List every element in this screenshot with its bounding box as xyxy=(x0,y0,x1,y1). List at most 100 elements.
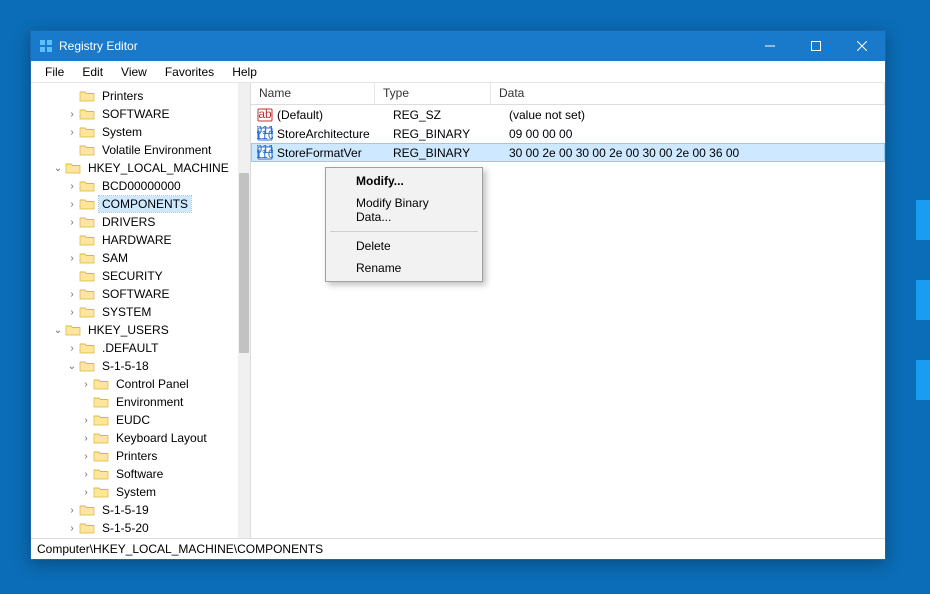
tree-item[interactable]: ›S-1-5-20 xyxy=(35,519,238,537)
menu-edit[interactable]: Edit xyxy=(74,63,111,81)
chevron-right-icon[interactable]: › xyxy=(79,451,93,462)
chevron-down-icon[interactable]: ⌄ xyxy=(51,325,65,336)
chevron-right-icon[interactable]: › xyxy=(65,127,79,138)
maximize-button[interactable] xyxy=(793,31,839,61)
tree-item[interactable]: › SOFTWARE xyxy=(35,105,238,123)
tree-item-label: HKEY_USERS xyxy=(85,322,172,338)
column-name[interactable]: Name xyxy=(251,83,375,104)
context-menu: Modify... Modify Binary Data... Delete R… xyxy=(325,167,483,282)
folder-icon xyxy=(79,215,95,229)
column-data[interactable]: Data xyxy=(491,83,885,104)
tree-item[interactable]: ⌄ HKEY_LOCAL_MACHINE xyxy=(35,159,238,177)
chevron-right-icon[interactable]: › xyxy=(65,199,79,210)
tree-item[interactable]: ⌄ HKEY_USERS xyxy=(35,321,238,339)
tree-item-label: SOFTWARE xyxy=(99,106,173,122)
menu-file[interactable]: File xyxy=(37,63,72,81)
tree-item[interactable]: ›Software xyxy=(35,465,238,483)
minimize-button[interactable] xyxy=(747,31,793,61)
value-row[interactable]: 011110StoreArchitectureREG_BINARY09 00 0… xyxy=(251,124,885,143)
value-row[interactable]: 011110StoreFormatVerREG_BINARY30 00 2e 0… xyxy=(251,143,885,162)
statusbar: Computer\HKEY_LOCAL_MACHINE\COMPONENTS xyxy=(31,538,885,559)
chevron-down-icon[interactable]: ⌄ xyxy=(51,163,65,174)
window-title: Registry Editor xyxy=(59,39,138,53)
app-icon xyxy=(39,39,53,53)
folder-icon xyxy=(93,431,109,445)
column-type[interactable]: Type xyxy=(375,83,491,104)
chevron-right-icon[interactable]: › xyxy=(79,415,93,426)
tree-item[interactable]: ›Printers xyxy=(35,447,238,465)
tree-item[interactable]: HARDWARE xyxy=(35,231,238,249)
tree-item[interactable]: › Keyboard Layout xyxy=(35,429,238,447)
tree-item[interactable]: ›SOFTWARE xyxy=(35,285,238,303)
tree-item-label: S-1-5-19 xyxy=(99,502,152,518)
client-area: Printers › SOFTWARE › System Volatile Environ… xyxy=(31,83,885,538)
close-button[interactable] xyxy=(839,31,885,61)
value-type: REG_BINARY xyxy=(393,146,509,160)
tree-item[interactable]: ›SYSTEM xyxy=(35,303,238,321)
ctx-rename[interactable]: Rename xyxy=(328,257,480,279)
chevron-right-icon[interactable]: › xyxy=(65,181,79,192)
value-row[interactable]: ab(Default)REG_SZ(value not set) xyxy=(251,105,885,124)
value-type: REG_BINARY xyxy=(393,127,509,141)
tree-item[interactable]: ›COMPONENTS xyxy=(35,195,238,213)
folder-icon xyxy=(79,359,95,373)
chevron-right-icon[interactable]: › xyxy=(65,217,79,228)
ctx-modify[interactable]: Modify... xyxy=(328,170,480,192)
binary-value-icon: 011110 xyxy=(257,126,273,142)
tree-item-label: System xyxy=(99,124,145,140)
chevron-right-icon[interactable]: › xyxy=(65,253,79,264)
chevron-right-icon[interactable]: › xyxy=(65,505,79,516)
chevron-right-icon[interactable]: › xyxy=(65,289,79,300)
folder-icon xyxy=(93,413,109,427)
tree-item-label: SECURITY xyxy=(99,268,166,284)
ctx-delete[interactable]: Delete xyxy=(328,235,480,257)
menu-view[interactable]: View xyxy=(113,63,155,81)
titlebar[interactable]: Registry Editor xyxy=(31,31,885,61)
tree-item-label: HKEY_LOCAL_MACHINE xyxy=(85,160,232,176)
tree-item[interactable]: Printers xyxy=(35,87,238,105)
chevron-down-icon[interactable]: ⌄ xyxy=(65,361,79,372)
tree-item[interactable]: ›System xyxy=(35,483,238,501)
menu-favorites[interactable]: Favorites xyxy=(157,63,222,81)
chevron-right-icon[interactable]: › xyxy=(79,379,93,390)
tree-item-label: Volatile Environment xyxy=(99,142,214,158)
chevron-right-icon[interactable]: › xyxy=(79,469,93,480)
tree-item[interactable]: Volatile Environment xyxy=(35,141,238,159)
chevron-right-icon[interactable]: › xyxy=(65,523,79,534)
tree-view[interactable]: Printers › SOFTWARE › System Volatile Environ… xyxy=(31,83,238,538)
tree-item[interactable]: › Control Panel xyxy=(35,375,238,393)
folder-icon xyxy=(79,251,95,265)
tree-item[interactable]: ›SAM xyxy=(35,249,238,267)
chevron-right-icon[interactable]: › xyxy=(79,487,93,498)
tree-item-label: S-1-5-18 xyxy=(99,358,152,374)
tree-item[interactable]: › .DEFAULT xyxy=(35,339,238,357)
tree-item[interactable]: ›EUDC xyxy=(35,411,238,429)
value-type: REG_SZ xyxy=(393,108,509,122)
chevron-right-icon[interactable]: › xyxy=(65,109,79,120)
tree-item[interactable]: › S-1-5-19 xyxy=(35,501,238,519)
tree-item[interactable]: ›DRIVERS xyxy=(35,213,238,231)
folder-icon xyxy=(79,503,95,517)
folder-icon xyxy=(79,197,95,211)
folder-icon xyxy=(79,179,95,193)
menu-help[interactable]: Help xyxy=(224,63,265,81)
chevron-right-icon[interactable]: › xyxy=(79,433,93,444)
scrollbar-thumb[interactable] xyxy=(239,173,249,353)
tree-item[interactable]: ⌄ S-1-5-18 xyxy=(35,357,238,375)
binary-value-icon: 011110 xyxy=(257,145,273,161)
folder-icon xyxy=(93,395,109,409)
folder-icon xyxy=(79,305,95,319)
folder-icon xyxy=(93,485,109,499)
chevron-right-icon[interactable]: › xyxy=(65,343,79,354)
tree-item-label: Keyboard Layout xyxy=(113,430,210,446)
tree-item-label: Control Panel xyxy=(113,376,192,392)
tree-item[interactable]: ›BCD00000000 xyxy=(35,177,238,195)
chevron-right-icon[interactable]: › xyxy=(65,307,79,318)
tree-item[interactable]: Environment xyxy=(35,393,238,411)
tree-item[interactable]: SECURITY xyxy=(35,267,238,285)
tree-scrollbar[interactable] xyxy=(238,83,250,538)
tree-item-label: .DEFAULT xyxy=(99,340,161,356)
ctx-modify-binary[interactable]: Modify Binary Data... xyxy=(328,192,480,228)
list-view[interactable]: ab(Default)REG_SZ(value not set)011110St… xyxy=(251,105,885,538)
tree-item[interactable]: › System xyxy=(35,123,238,141)
